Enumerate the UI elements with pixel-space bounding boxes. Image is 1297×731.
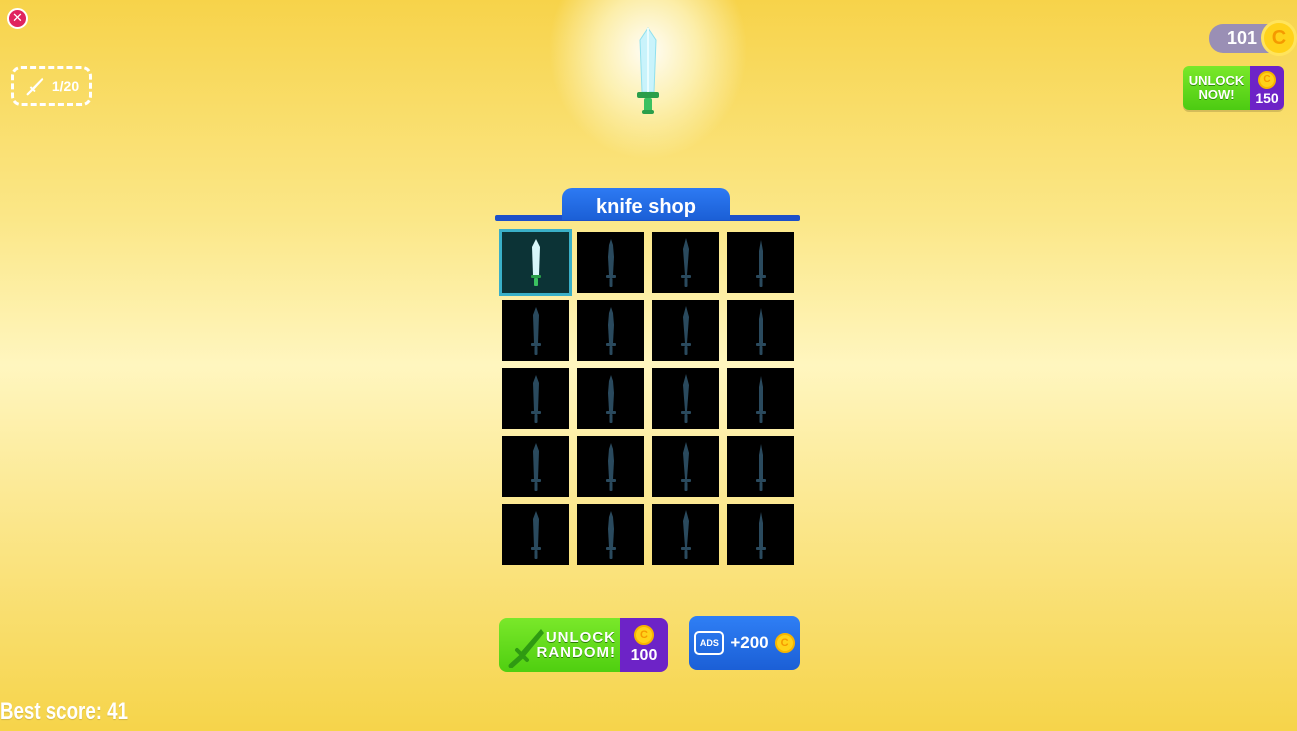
knife-slot[interactable] — [652, 436, 719, 497]
knife-slot[interactable] — [499, 229, 572, 296]
locked-knife-silhouette — [530, 510, 541, 559]
unlock-now-price: 150 — [1255, 89, 1279, 106]
ad-reward: +200 — [730, 633, 769, 652]
knife-slot[interactable] — [727, 232, 794, 293]
locked-knife-silhouette — [755, 239, 766, 287]
coin-icon: C — [634, 625, 654, 645]
locked-knife-silhouette — [680, 305, 691, 355]
collection-counter: 1/20 — [11, 66, 92, 106]
counter-label: 1/20 — [51, 78, 80, 94]
knife-slot[interactable] — [577, 368, 644, 429]
knife-slot[interactable] — [577, 436, 644, 497]
knife-icon — [26, 77, 44, 96]
locked-knife-silhouette — [605, 238, 616, 287]
locked-knife-silhouette — [605, 374, 616, 423]
knife-slot[interactable] — [727, 368, 794, 429]
unlock-random-price: 100 — [630, 647, 658, 664]
locked-knife-silhouette — [530, 442, 541, 491]
equipped-knife-icon — [637, 27, 659, 114]
locked-knife-silhouette — [755, 307, 766, 355]
ads-icon: ADS — [694, 631, 725, 655]
locked-knife-silhouette — [530, 306, 541, 355]
locked-knife-silhouette — [605, 510, 616, 559]
unlock-now-line2: NOW! — [1198, 87, 1235, 102]
knife-slot[interactable] — [577, 504, 644, 565]
close-button[interactable]: ✕ — [7, 8, 28, 29]
locked-knife-silhouette — [755, 511, 766, 559]
unlock-now-line1: UNLOCK — [1188, 73, 1245, 88]
knife-slot[interactable] — [502, 368, 569, 429]
knife-slot[interactable] — [727, 436, 794, 497]
locked-knife-silhouette — [755, 375, 766, 423]
knife-slot[interactable] — [577, 232, 644, 293]
knife-grid — [499, 229, 794, 565]
unlock-random-button[interactable]: UNLOCK RANDOM! C 100 — [499, 618, 668, 672]
knife-shop-panel: knife shop — [495, 188, 800, 573]
ice-sword-icon — [530, 238, 541, 286]
locked-knife-silhouette — [680, 509, 691, 559]
knife-slot[interactable] — [727, 504, 794, 565]
knife-slot[interactable] — [577, 300, 644, 361]
knife-slot[interactable] — [502, 300, 569, 361]
coin-icon: C — [774, 633, 795, 653]
watch-ad-button[interactable]: ADS +200 C — [689, 616, 800, 670]
close-icon: ✕ — [12, 11, 23, 26]
coin-balance: 101 C — [1209, 20, 1297, 56]
locked-knife-silhouette — [755, 443, 766, 491]
coin-icon: C — [1261, 20, 1297, 56]
unlock-now-button[interactable]: UNLOCK NOW! C 150 — [1183, 66, 1284, 110]
knife-slot[interactable] — [652, 232, 719, 293]
knife-slot[interactable] — [502, 436, 569, 497]
locked-knife-silhouette — [680, 237, 691, 287]
locked-knife-silhouette — [680, 441, 691, 491]
knife-icon — [508, 629, 544, 668]
unlock-random-line2: RANDOM! — [536, 644, 616, 661]
unlock-random-line1: UNLOCK — [545, 629, 616, 646]
locked-knife-silhouette — [530, 374, 541, 423]
knife-slot[interactable] — [652, 300, 719, 361]
locked-knife-silhouette — [605, 442, 616, 491]
locked-knife-silhouette — [680, 373, 691, 423]
knife-slot[interactable] — [652, 368, 719, 429]
shop-title: knife shop — [562, 188, 730, 220]
best-score: Best score: 41 — [0, 698, 128, 725]
coin-icon: C — [1258, 70, 1276, 89]
locked-knife-silhouette — [605, 306, 616, 355]
knife-slot[interactable] — [727, 300, 794, 361]
knife-slot[interactable] — [502, 504, 569, 565]
coin-count: 101 — [1227, 28, 1258, 48]
knife-slot[interactable] — [652, 504, 719, 565]
